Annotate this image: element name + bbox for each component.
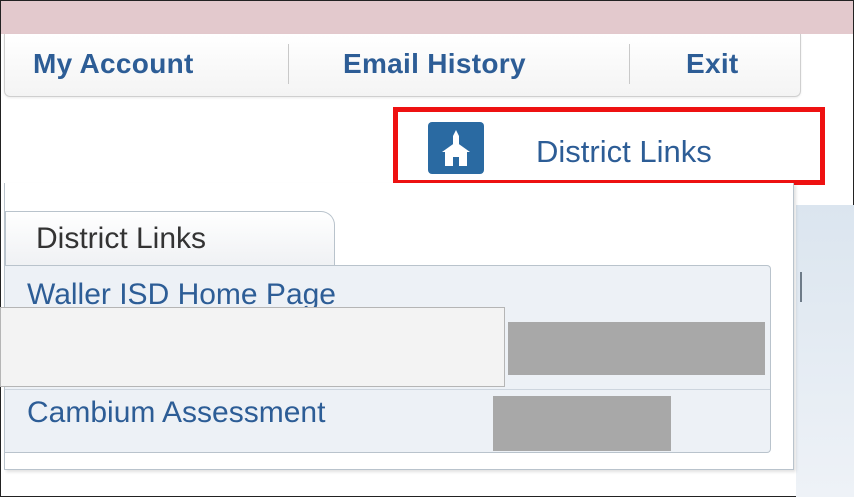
tooltip-overlay [0, 307, 505, 387]
background-panel [796, 205, 854, 497]
tab-label: District Links [36, 222, 207, 255]
district-links-label: District Links [536, 134, 712, 169]
cambium-assessment-link[interactable]: Cambium Assessment [27, 396, 325, 430]
district-links-button[interactable]: District Links [393, 107, 825, 185]
exit-link[interactable]: Exit [686, 48, 739, 80]
redacted-area [508, 322, 765, 375]
email-history-link[interactable]: Email History [343, 48, 526, 80]
nav-divider [288, 44, 289, 84]
top-navigation: My Account Email History Exit [4, 34, 801, 97]
nav-divider [629, 44, 630, 84]
redacted-area [493, 396, 671, 451]
background-divider [800, 272, 814, 302]
tab-district-links[interactable]: District Links [5, 211, 335, 270]
header-strip [1, 1, 853, 34]
my-account-link[interactable]: My Account [33, 48, 194, 80]
schoolhouse-icon [428, 122, 484, 174]
